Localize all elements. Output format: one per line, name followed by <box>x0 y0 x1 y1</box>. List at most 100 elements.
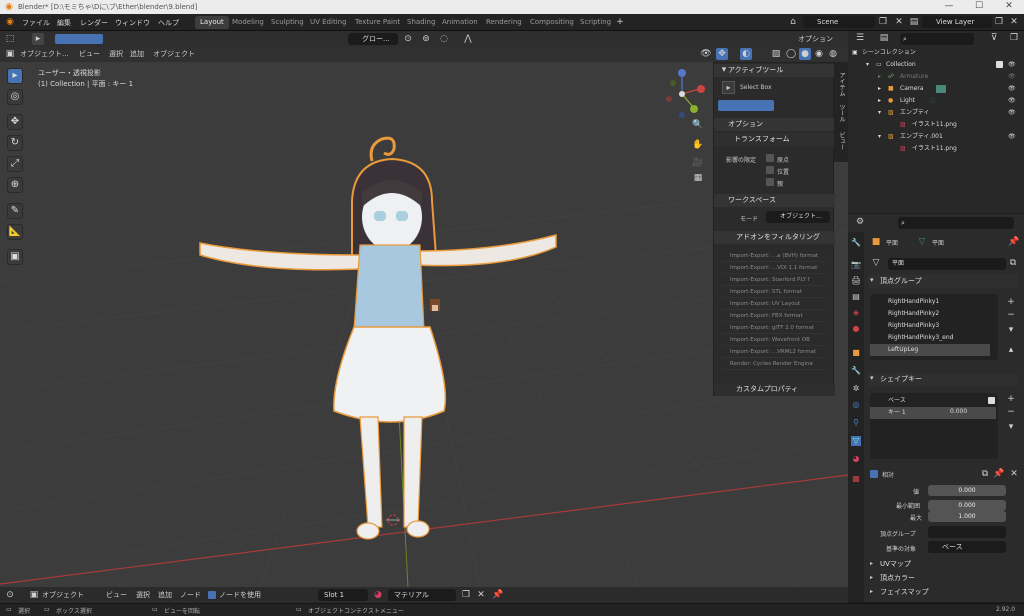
addon-item[interactable]: Import-Export: UV Layout <box>722 299 826 310</box>
tool-tab-icon[interactable]: 🔧 <box>851 238 861 248</box>
physics-tab-icon[interactable]: ◎ <box>851 400 861 410</box>
outliner-row-image[interactable]: ▨ イラスト11.png <box>848 143 1024 155</box>
addon-item[interactable]: Import-Export: Stanford PLY f <box>722 275 826 286</box>
tool-rotate[interactable]: ↻ <box>7 135 23 151</box>
viewport-menu-add[interactable]: 追加 <box>130 49 144 59</box>
object-tab-icon[interactable]: ■ <box>851 348 861 358</box>
add-vertex-group-icon[interactable]: + <box>1005 296 1017 308</box>
outliner-row-collection[interactable]: ▾ ▭ Collection 👁 <box>848 59 1024 71</box>
vertex-groups-header[interactable]: 頂点グループ <box>868 275 1018 288</box>
shape-key-item[interactable]: ベース <box>870 395 990 407</box>
addon-item[interactable]: Import-Export: ...VOI 1.1 format <box>722 263 826 274</box>
visibility-eye-icon[interactable]: 👁 <box>1008 83 1016 95</box>
vertex-group-item[interactable]: RightHandPinky1 <box>870 296 990 308</box>
outliner-row-camera[interactable]: ▸ ■ Camera 👁 <box>848 83 1024 95</box>
parent-checkbox[interactable] <box>766 178 774 186</box>
outliner-row-empty-001[interactable]: ▾ ▧ エンプティ.001 👁 <box>848 131 1024 143</box>
tool-measure[interactable]: 📐 <box>7 224 23 240</box>
editor-type-icon[interactable]: ⬚ <box>4 33 16 45</box>
ortho-grid-icon[interactable]: ▦ <box>692 172 704 184</box>
tool-annotate[interactable]: ✎ <box>7 203 23 219</box>
vertex-group-item-selected[interactable]: LeftUpLeg <box>870 344 990 356</box>
gizmo-toggle-icon[interactable]: ✥ <box>716 48 728 60</box>
expand-arrow-icon[interactable]: ▸ <box>870 588 873 595</box>
shape-key-menu-icon[interactable]: ▾ <box>1005 421 1017 433</box>
mode-selector[interactable]: オブジェクト... <box>20 49 69 59</box>
tab-layout[interactable]: Layout <box>195 16 229 29</box>
menu-window[interactable]: ウィンドウ <box>115 18 150 28</box>
fake-user-icon[interactable]: ⧉ <box>1007 257 1019 269</box>
properties-editor-icon[interactable]: ⚙ <box>854 216 866 228</box>
expand-arrow-icon[interactable]: ▸ <box>870 560 873 567</box>
tool-move[interactable]: ✥ <box>7 114 23 130</box>
clear-shape-icon[interactable]: ✕ <box>1008 468 1020 480</box>
blender-menu-icon[interactable]: ◉ <box>4 16 16 28</box>
exclude-checkbox[interactable] <box>996 61 1003 68</box>
pan-hand-icon[interactable]: ✋ <box>692 139 704 151</box>
options-header[interactable]: オプション <box>714 118 835 131</box>
data-tab-icon[interactable]: ▽ <box>851 436 861 446</box>
collapse-arrow-icon[interactable]: ▾ <box>718 64 730 76</box>
viewport-menu-object[interactable]: オブジェクト <box>153 49 195 59</box>
origin-checkbox[interactable] <box>766 154 774 162</box>
material-copy-icon[interactable]: ❐ <box>460 589 472 601</box>
tab-compositing[interactable]: Compositing <box>525 16 579 29</box>
addon-item[interactable]: Import-Export: STL format <box>722 287 826 298</box>
add-shape-key-icon[interactable]: + <box>1005 393 1017 405</box>
expand-arrow-icon[interactable]: ▸ <box>878 83 881 95</box>
vertex-group-item[interactable]: RightHandPinky2 <box>870 308 990 320</box>
shape-keys-header[interactable]: シェイプキー <box>868 373 1018 386</box>
outliner-row-armature[interactable]: ▸ ☍ Armature 👁 <box>848 71 1024 83</box>
overlay-toggle-icon[interactable]: ◐ <box>740 48 752 60</box>
outliner-row-light[interactable]: ▸ ● Light ◌ 👁 <box>848 95 1024 107</box>
outliner-editor-icon[interactable]: ☰ <box>854 32 866 44</box>
expand-arrow-icon[interactable]: ▸ <box>878 71 881 83</box>
world-tab-icon[interactable]: ● <box>851 324 861 334</box>
falloff-icon[interactable]: ⋀ <box>462 33 474 45</box>
pivot-icon[interactable]: ⊙ <box>402 33 414 45</box>
editor-type-icon[interactable]: ⊙ <box>4 589 16 601</box>
properties-search[interactable]: ⌕ <box>898 217 1014 229</box>
tool-cursor[interactable]: ◎ <box>7 89 23 105</box>
shading-rendered-icon[interactable]: ◍ <box>827 48 839 60</box>
mesh-name-field[interactable]: 平面 <box>888 258 1006 270</box>
relative-to-field[interactable]: ベース <box>928 541 1006 553</box>
outliner-row-empty[interactable]: ▾ ▧ エンプティ 👁 <box>848 107 1024 119</box>
filter-icon[interactable]: ⊽ <box>988 32 1000 44</box>
close-window-button[interactable]: ✕ <box>994 0 1024 14</box>
workspace-mode-select[interactable]: オブジェクト... <box>766 211 830 223</box>
new-collection-icon[interactable]: ❐ <box>1008 32 1020 44</box>
expand-arrow-icon[interactable]: ▾ <box>878 131 881 143</box>
constraints-tab-icon[interactable]: ⚲ <box>851 418 861 428</box>
menu-edit[interactable]: 編集 <box>57 18 71 28</box>
tab-sculpting[interactable]: Sculpting <box>266 16 309 29</box>
scene-selector[interactable]: Scene <box>803 16 875 28</box>
transform-header[interactable]: トランスフォーム <box>714 133 835 146</box>
remove-shape-key-icon[interactable]: − <box>1005 406 1017 418</box>
visibility-eye-icon[interactable]: 👁 <box>1008 107 1016 119</box>
render-tab-icon[interactable]: 📷 <box>851 260 861 270</box>
shading-material-icon[interactable]: ◉ <box>813 48 825 60</box>
bottom-menu-add[interactable]: 追加 <box>158 590 172 600</box>
material-tab-icon[interactable]: ◕ <box>851 454 861 464</box>
visibility-eye-icon[interactable]: 👁 <box>1008 95 1016 107</box>
shape-key-mute-checkbox[interactable] <box>988 397 995 404</box>
viewport-menu-view[interactable]: ビュー <box>79 49 100 59</box>
transform-orientation[interactable]: グロー... <box>348 33 398 45</box>
shape-key-item-selected[interactable]: キー 1 <box>870 407 996 419</box>
shape-key-inline-value[interactable]: 0.000 <box>950 408 967 415</box>
tab-modeling[interactable]: Modeling <box>227 16 269 29</box>
add-workspace-icon[interactable]: + <box>614 16 626 28</box>
material-pin-icon[interactable]: 📌 <box>492 589 504 601</box>
select-tool-icon[interactable]: ▸ <box>32 33 44 45</box>
display-mode-icon[interactable]: ▤ <box>878 32 890 44</box>
tool-add-cube[interactable]: ▣ <box>7 249 23 265</box>
xray-icon[interactable]: ▧ <box>770 48 782 60</box>
expand-arrow-icon[interactable]: ▸ <box>870 574 873 581</box>
shading-solid-icon[interactable]: ● <box>799 48 811 60</box>
bottom-menu-select[interactable]: 選択 <box>136 590 150 600</box>
scene-tab-icon[interactable]: ◈ <box>851 308 861 318</box>
visibility-eye-icon[interactable]: 👁 <box>1008 71 1016 83</box>
uv-maps-header[interactable]: UVマップ <box>868 558 1018 571</box>
sidebar-tab-view[interactable]: ビュー <box>837 132 846 150</box>
